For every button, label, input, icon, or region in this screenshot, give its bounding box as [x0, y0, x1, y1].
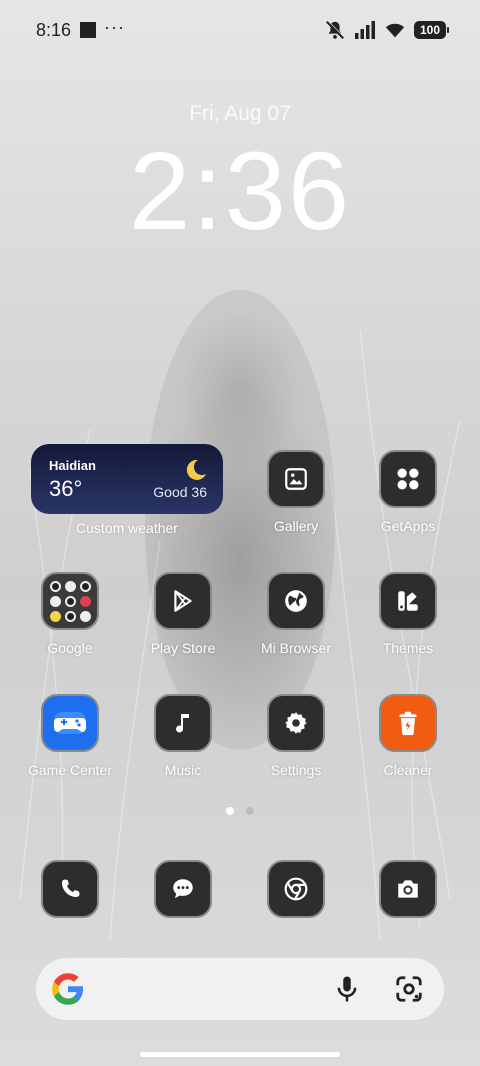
- app-label: Settings: [270, 762, 322, 778]
- status-icons: 100: [324, 18, 449, 42]
- app-label: Google: [47, 640, 93, 656]
- game-center-icon: [41, 694, 99, 752]
- google-search-bar[interactable]: [36, 958, 444, 1020]
- chrome-icon: [267, 860, 325, 918]
- app-label: GetApps: [380, 518, 436, 534]
- music-note-icon: [154, 694, 212, 752]
- weather-city: Haidian: [49, 458, 96, 473]
- themes-icon: [379, 572, 437, 630]
- folder-app-grid: [49, 580, 91, 622]
- page-dot-1[interactable]: [226, 807, 234, 815]
- google-lens-icon[interactable]: [394, 974, 424, 1004]
- app-mi-browser[interactable]: Mi Browser: [241, 572, 351, 656]
- weather-widget-label: Custom weather: [76, 520, 178, 536]
- app-google-folder[interactable]: Google: [15, 572, 125, 656]
- dock-messages[interactable]: [128, 860, 238, 918]
- status-time: 8:16: [36, 20, 72, 40]
- camera-icon: [379, 860, 437, 918]
- app-cleaner[interactable]: Cleaner: [353, 694, 463, 778]
- app-settings[interactable]: Settings: [241, 694, 351, 778]
- app-gallery[interactable]: Gallery: [241, 450, 351, 534]
- app-label: Play Store: [150, 640, 216, 656]
- mute-bell-icon: [326, 20, 345, 39]
- more-notifications-icon: ···: [104, 17, 125, 37]
- gesture-navigation-handle[interactable]: [140, 1052, 340, 1057]
- play-store-icon: [154, 572, 212, 630]
- app-getapps[interactable]: GetApps: [353, 450, 463, 534]
- trash-icon: [379, 694, 437, 752]
- getapps-icon: [379, 450, 437, 508]
- message-bubble-icon: [154, 860, 212, 918]
- gallery-icon: [267, 450, 325, 508]
- page-dot-2[interactable]: [246, 807, 254, 815]
- notification-icon: [80, 22, 96, 38]
- app-label: Gallery: [273, 518, 319, 534]
- battery-icon: 100: [414, 21, 449, 39]
- app-game-center[interactable]: Game Center: [15, 694, 125, 778]
- moon-icon: [186, 459, 206, 480]
- app-label: Music: [164, 762, 202, 778]
- app-label: Mi Browser: [260, 640, 331, 656]
- google-folder-icon: [41, 572, 99, 630]
- google-logo-icon: [52, 973, 83, 1005]
- app-themes[interactable]: Themes: [353, 572, 463, 656]
- dock-chrome[interactable]: [241, 860, 351, 918]
- dock-phone[interactable]: [15, 860, 125, 918]
- page-indicator[interactable]: [0, 807, 480, 815]
- app-play-store[interactable]: Play Store: [128, 572, 238, 656]
- signal-icon: [355, 21, 375, 39]
- weather-temperature: 36°: [49, 476, 83, 501]
- status-bar: 8:16 ··· 100: [0, 0, 480, 60]
- app-label: Game Center: [27, 762, 113, 778]
- app-music[interactable]: Music: [128, 694, 238, 778]
- weather-air-quality: Good 36: [153, 484, 207, 500]
- phone-icon: [41, 860, 99, 918]
- dock-camera[interactable]: [353, 860, 463, 918]
- app-label: Themes: [382, 640, 434, 656]
- app-label: Cleaner: [383, 762, 433, 778]
- globe-icon: [267, 572, 325, 630]
- clock-time[interactable]: 2:36: [0, 132, 480, 252]
- gear-icon: [267, 694, 325, 752]
- weather-widget[interactable]: Haidian 36° Good 36: [31, 444, 223, 514]
- wifi-icon: [385, 23, 405, 38]
- clock-date[interactable]: Fri, Aug 07: [0, 102, 480, 126]
- microphone-icon[interactable]: [332, 974, 362, 1004]
